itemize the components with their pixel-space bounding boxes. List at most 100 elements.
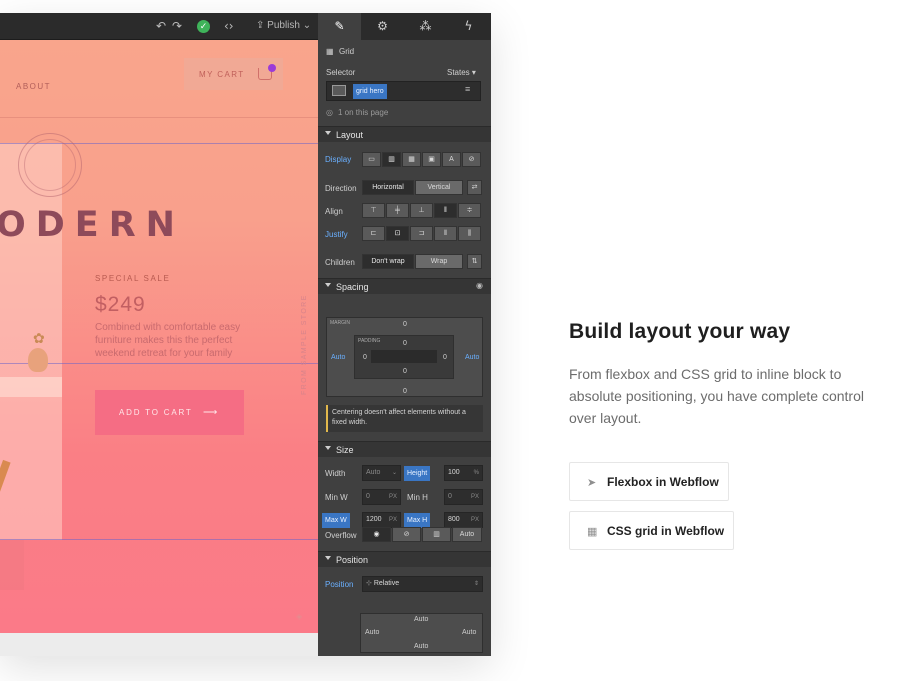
min-w-input[interactable]: 0 PX bbox=[362, 489, 401, 505]
product-price: $249 bbox=[95, 293, 146, 316]
direction-label: Direction bbox=[325, 184, 357, 193]
interactions-icon[interactable]: ⁂ bbox=[404, 13, 447, 40]
overflow-scroll-button[interactable]: ▥ bbox=[422, 527, 451, 542]
display-none-button[interactable]: ⊘ bbox=[462, 152, 481, 167]
max-h-unit: PX bbox=[470, 517, 479, 523]
css-grid-link-card[interactable]: ▦ CSS grid in Webflow bbox=[569, 511, 734, 550]
width-label: Width bbox=[325, 469, 346, 478]
panel-tabs: ✎ ⚙ ⁂ ϟ bbox=[318, 13, 491, 40]
spacing-settings-icon[interactable]: ◉ bbox=[476, 281, 483, 290]
grid-element-icon: ▦ bbox=[326, 47, 334, 56]
size-section-header[interactable]: Size bbox=[318, 441, 491, 457]
display-inline-button[interactable]: A bbox=[442, 152, 461, 167]
display-block-button[interactable]: ▭ bbox=[362, 152, 381, 167]
centering-note: Centering doesn't affect elements withou… bbox=[326, 405, 483, 432]
flexbox-link-label: Flexbox in Webflow bbox=[607, 475, 719, 489]
publish-label: Publish bbox=[267, 20, 300, 31]
layout-title: Layout bbox=[336, 130, 364, 140]
position-select[interactable]: ⊹ Relative ⇕ bbox=[362, 576, 483, 592]
min-w-value: 0 bbox=[366, 493, 370, 500]
section-headline: Build layout your way bbox=[569, 320, 791, 343]
display-flex-button[interactable]: ▥ bbox=[382, 152, 401, 167]
offset-left[interactable]: Auto bbox=[365, 629, 379, 636]
justify-around-button[interactable]: ⫼ bbox=[458, 226, 481, 241]
states-dropdown[interactable]: States ▾ bbox=[447, 68, 476, 77]
children-wrap-button[interactable]: Wrap bbox=[415, 254, 463, 269]
justify-between-button[interactable]: ⫴ bbox=[434, 226, 457, 241]
overflow-auto-button[interactable]: Auto bbox=[452, 527, 482, 542]
add-to-cart-button[interactable]: ADD TO CART ⟶ bbox=[95, 390, 244, 435]
padding-box[interactable]: PADDING 0 0 0 0 bbox=[354, 335, 454, 379]
justify-center-button[interactable]: ⊡ bbox=[386, 226, 409, 241]
align-end-button[interactable]: ⊥ bbox=[410, 203, 433, 218]
selector-chip[interactable]: grid hero bbox=[353, 84, 387, 99]
design-canvas[interactable]: ABOUT MY CART ODERN SPECIAL SALE $249 Co… bbox=[0, 40, 318, 633]
sale-label: SPECIAL SALE bbox=[95, 274, 171, 283]
overflow-visible-button[interactable]: ◉ bbox=[362, 527, 391, 542]
align-stretch-button[interactable]: ‖ bbox=[434, 203, 457, 218]
reverse-direction-icon[interactable]: ⇄ bbox=[467, 180, 482, 195]
wrap-reverse-icon[interactable]: ⇅ bbox=[467, 254, 482, 269]
height-unit: % bbox=[473, 470, 479, 476]
selector-field[interactable]: grid hero ≡ bbox=[326, 81, 481, 101]
overflow-label: Overflow bbox=[325, 531, 357, 540]
layout-section-header[interactable]: Layout bbox=[318, 126, 491, 142]
grid-icon: ▦ bbox=[587, 526, 598, 538]
canvas-bottom-strip bbox=[0, 633, 318, 656]
display-grid-button[interactable]: ▦ bbox=[402, 152, 421, 167]
publish-button[interactable]: ⇪ Publish ⌄ bbox=[256, 20, 311, 31]
align-center-button[interactable]: ╪ bbox=[386, 203, 409, 218]
position-offsets-box[interactable]: Auto Auto Auto Auto bbox=[360, 613, 483, 653]
add-to-cart-label: ADD TO CART bbox=[119, 408, 193, 417]
check-circle-icon[interactable]: ✓ bbox=[197, 20, 210, 33]
offset-top[interactable]: Auto bbox=[414, 616, 428, 623]
margin-left-value[interactable]: Auto bbox=[331, 354, 345, 361]
align-baseline-button[interactable]: ≑ bbox=[458, 203, 481, 218]
padding-right-value[interactable]: 0 bbox=[443, 354, 447, 361]
padding-top-value[interactable]: 0 bbox=[403, 340, 407, 347]
lower-image-block bbox=[0, 540, 24, 590]
direction-horizontal-button[interactable]: Horizontal bbox=[362, 180, 414, 195]
display-inline-block-button[interactable]: ▣ bbox=[422, 152, 441, 167]
my-cart-button[interactable]: MY CART bbox=[184, 58, 283, 90]
cart-label: MY CART bbox=[199, 70, 245, 79]
margin-bottom-value[interactable]: 0 bbox=[403, 388, 407, 395]
element-name: Grid bbox=[339, 47, 355, 56]
justify-end-button[interactable]: ⊐ bbox=[410, 226, 433, 241]
min-h-input[interactable]: 0 PX bbox=[444, 489, 483, 505]
selector-menu-icon[interactable]: ≡ bbox=[465, 84, 470, 94]
position-section-header[interactable]: Position bbox=[318, 551, 491, 567]
designer-topbar: ↶ ↷ ✓ ‹› ⇪ Publish ⌄ bbox=[0, 13, 318, 40]
redo-icon[interactable]: ↷ bbox=[172, 19, 182, 33]
overflow-hidden-button[interactable]: ⊘ bbox=[392, 527, 421, 542]
margin-right-value[interactable]: Auto bbox=[465, 354, 479, 361]
padding-left-value[interactable]: 0 bbox=[363, 354, 367, 361]
justify-start-button[interactable]: ⊏ bbox=[362, 226, 385, 241]
align-start-button[interactable]: ⊤ bbox=[362, 203, 385, 218]
brush-icon[interactable]: ✎ bbox=[318, 13, 361, 40]
direction-vertical-button[interactable]: Vertical bbox=[415, 180, 463, 195]
spacing-title: Spacing bbox=[336, 282, 369, 292]
padding-bottom-value[interactable]: 0 bbox=[403, 368, 407, 375]
hero-title: ODERN bbox=[0, 205, 185, 245]
undo-icon[interactable]: ↶ bbox=[156, 19, 166, 33]
collapse-triangle-icon bbox=[325, 283, 331, 287]
justify-label: Justify bbox=[325, 230, 348, 239]
width-unit-icon: ⌄ bbox=[391, 470, 397, 476]
lightning-icon[interactable]: ϟ bbox=[447, 13, 490, 40]
height-input[interactable]: 100% bbox=[444, 465, 483, 481]
max-w-input[interactable]: 1200 PX bbox=[362, 512, 401, 528]
align-label: Align bbox=[325, 207, 343, 216]
spacing-section-header[interactable]: Spacing ◉ bbox=[318, 278, 491, 294]
margin-top-value[interactable]: 0 bbox=[403, 321, 407, 328]
offset-bottom[interactable]: Auto bbox=[414, 643, 428, 650]
max-h-input[interactable]: 800 PX bbox=[444, 512, 483, 528]
children-nowrap-button[interactable]: Don't wrap bbox=[362, 254, 414, 269]
flexbox-link-card[interactable]: ➤ Flexbox in Webflow bbox=[569, 462, 729, 501]
nav-link-about[interactable]: ABOUT bbox=[16, 82, 51, 91]
offset-right[interactable]: Auto bbox=[462, 629, 476, 636]
margin-box[interactable]: MARGIN 0 Auto Auto 0 PADDING 0 0 0 0 bbox=[326, 317, 483, 397]
width-input[interactable]: Auto ⌄ bbox=[362, 465, 401, 481]
gear-icon[interactable]: ⚙ bbox=[361, 13, 404, 40]
code-brackets-icon[interactable]: ‹› bbox=[224, 19, 234, 33]
